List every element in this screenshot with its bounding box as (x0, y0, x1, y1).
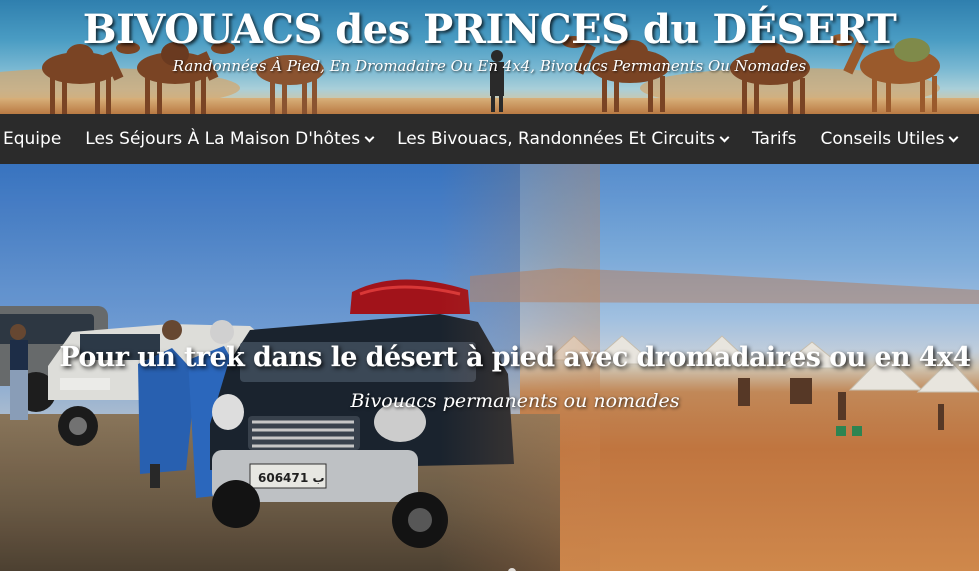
nav-menu: Equipe Les Séjours À La Maison D'hôtes L… (0, 114, 979, 164)
nav-item-label: Les Séjours À La Maison D'hôtes (85, 129, 361, 149)
site-header: BIVOUACS des PRINCES du DÉSERT Randonnée… (0, 0, 979, 114)
nav-item-label: Conseils Utiles (820, 129, 945, 149)
site-title[interactable]: BIVOUACS des PRINCES du DÉSERT (0, 6, 979, 54)
hero-slider[interactable]: 60647 1 ب Pour un trek dans le désert à … (0, 164, 979, 571)
chevron-down-icon (949, 132, 959, 142)
nav-item-conseils[interactable]: Conseils Utiles (809, 114, 970, 164)
nav-item-contact[interactable]: Co (969, 114, 979, 164)
nav-item-label: Les Bivouacs, Randonnées Et Circuits (397, 129, 715, 149)
nav-item-sejours[interactable]: Les Séjours À La Maison D'hôtes (73, 114, 385, 164)
site-tagline: Randonnées À Pied, En Dromadaire Ou En 4… (172, 57, 807, 75)
hero-subtitle: Bivouacs permanents ou nomades (350, 390, 680, 412)
hero-title: Pour un trek dans le désert à pied avec … (59, 342, 971, 373)
chevron-down-icon (364, 132, 375, 142)
nav-item-bivouacs[interactable]: Les Bivouacs, Randonnées Et Circuits (385, 114, 740, 164)
nav-item-label: Equipe (3, 129, 62, 149)
nav-item-equipe[interactable]: Equipe (0, 114, 73, 164)
chevron-down-icon (719, 132, 730, 142)
nav-item-label: Tarifs (751, 129, 797, 149)
nav-item-tarifs[interactable]: Tarifs (740, 114, 809, 164)
main-navigation: Equipe Les Séjours À La Maison D'hôtes L… (0, 114, 979, 164)
